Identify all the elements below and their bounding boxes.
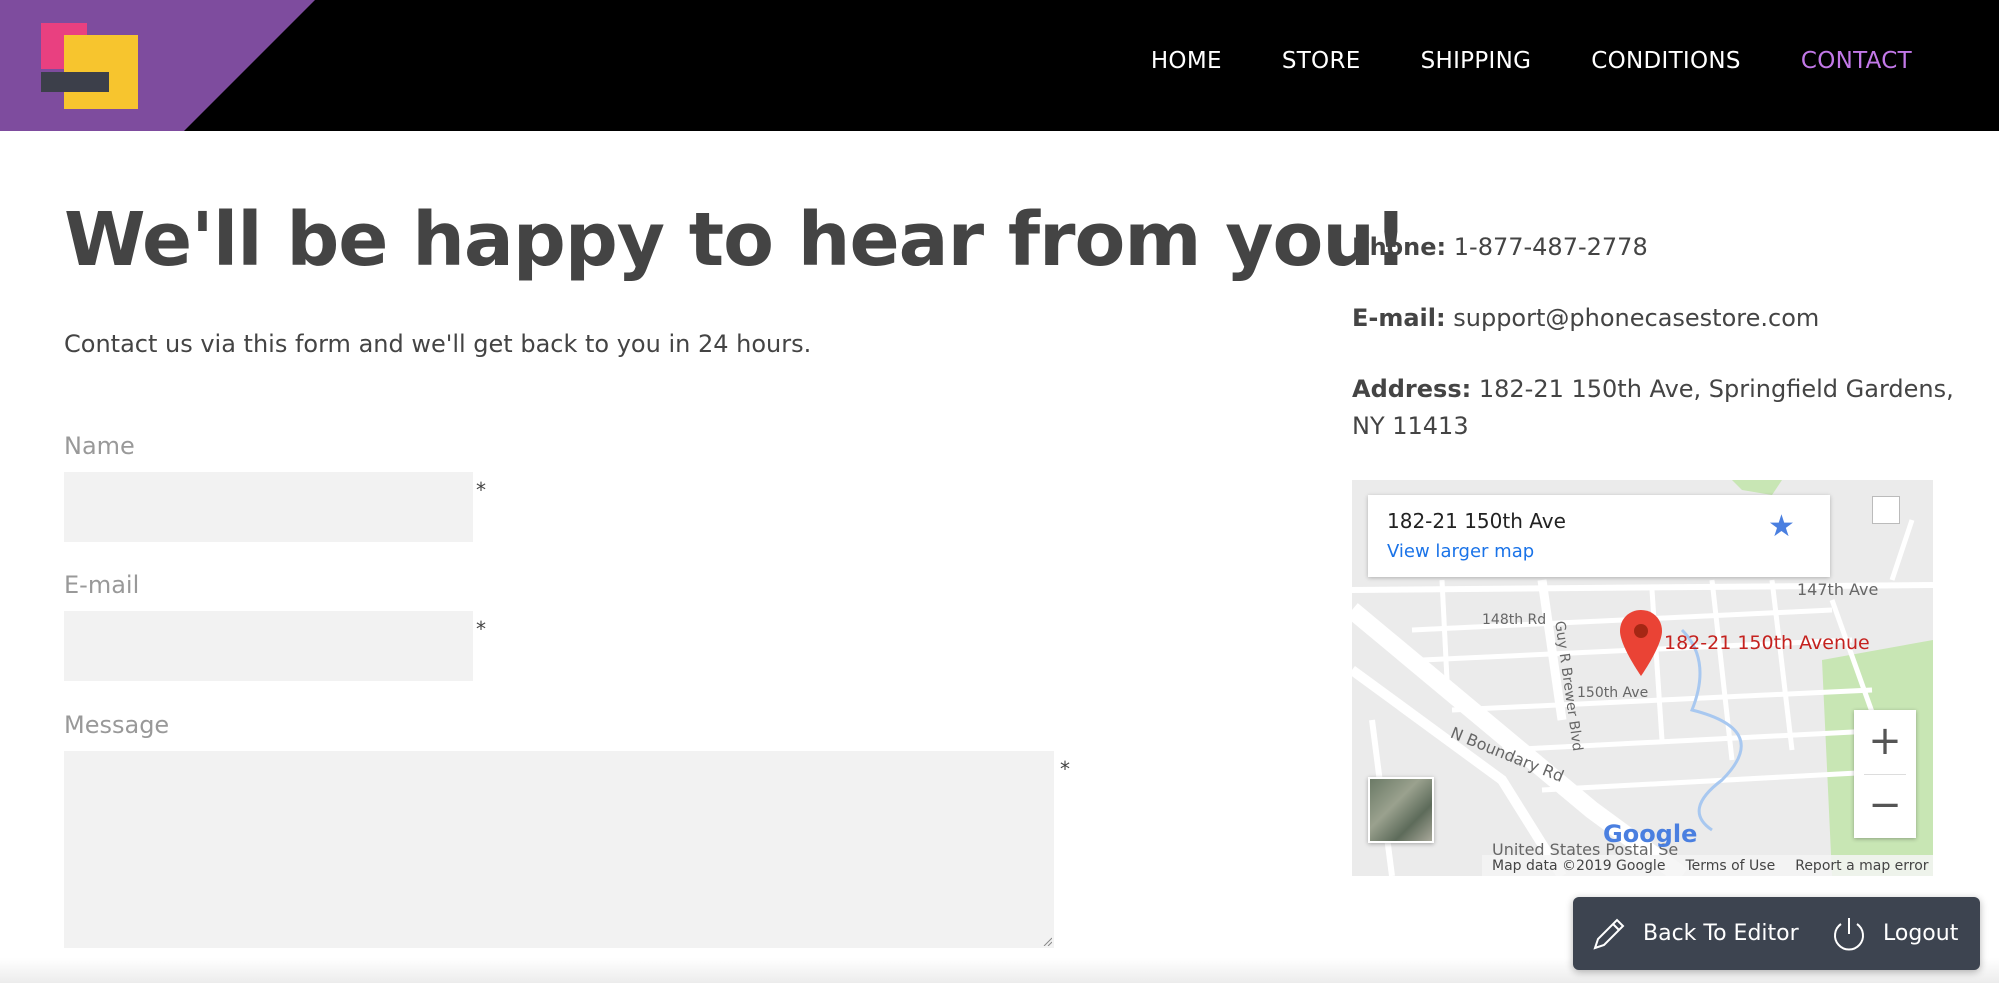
page-title: We'll be happy to hear from you! — [64, 197, 1408, 283]
address-value: 182-21 150th Ave, Springfield Gardens, — [1478, 375, 1954, 403]
map-footer: Map data ©2019 Google Terms of Use Repor… — [1482, 855, 1933, 876]
save-star-icon[interactable]: ★ — [1768, 509, 1795, 544]
site-header: HOME STORE SHIPPING CONDITIONS CONTACT — [0, 0, 1999, 131]
name-field[interactable] — [64, 472, 473, 542]
name-label: Name — [64, 432, 135, 460]
message-label: Message — [64, 711, 170, 739]
map-info-card: 182-21 150th Ave View larger map ★ — [1368, 495, 1830, 577]
nav-contact[interactable]: CONTACT — [1801, 48, 1912, 74]
phone-label: Phone: — [1352, 233, 1447, 261]
nav-store[interactable]: STORE — [1282, 48, 1361, 74]
map-pin-label: 182-21 150th Avenue — [1664, 632, 1870, 654]
google-logo: Google — [1603, 820, 1698, 848]
email-label: E-mail — [64, 571, 140, 599]
nav-conditions[interactable]: CONDITIONS — [1591, 48, 1741, 74]
editor-toolbar: Back To Editor Logout — [1573, 897, 1980, 970]
phone-value: 1-877-487-2778 — [1453, 233, 1648, 261]
map-data-credit: Map data ©2019 Google — [1492, 857, 1666, 874]
site-logo[interactable] — [41, 23, 141, 113]
map-street-label: 150th Ave — [1577, 685, 1649, 701]
map-street-label: 147th Ave — [1797, 580, 1879, 599]
message-required-mark: * — [1060, 757, 1070, 781]
power-icon — [1834, 917, 1864, 950]
back-to-editor-button[interactable]: Back To Editor — [1589, 897, 1799, 970]
address-line-2: NY 11413 — [1352, 412, 1469, 440]
back-to-editor-label: Back To Editor — [1643, 921, 1799, 946]
fullscreen-icon[interactable] — [1872, 496, 1900, 524]
map-pin-icon[interactable] — [1620, 610, 1662, 676]
email-required-mark: * — [476, 617, 486, 641]
view-larger-map-link[interactable]: View larger map — [1387, 541, 1534, 562]
logout-label: Logout — [1883, 921, 1959, 946]
nav-home[interactable]: HOME — [1151, 48, 1222, 74]
email-info-label: E-mail: — [1352, 304, 1446, 332]
email-value: support@phonecasestore.com — [1453, 304, 1820, 332]
zoom-in-button[interactable]: + — [1854, 710, 1916, 772]
map-street-label: 148th Rd — [1482, 612, 1547, 628]
map-zoom-control: + − — [1854, 710, 1916, 838]
resize-grip-icon[interactable] — [1042, 936, 1052, 946]
name-required-mark: * — [476, 478, 486, 502]
logout-button[interactable]: Logout — [1829, 897, 1958, 970]
zoom-out-button[interactable]: − — [1854, 774, 1916, 836]
google-map[interactable]: 148th Rd 147th Ave 150th Ave N Boundary … — [1352, 480, 1933, 876]
address-label: Address: — [1352, 375, 1472, 403]
map-card-title: 182-21 150th Ave — [1387, 509, 1566, 533]
nav-shipping[interactable]: SHIPPING — [1421, 48, 1532, 74]
pencil-icon — [1593, 918, 1625, 950]
address-line: Address: 182-21 150th Ave, Springfield G… — [1352, 375, 1954, 403]
email-field[interactable] — [64, 611, 473, 681]
main-nav: HOME STORE SHIPPING CONDITIONS CONTACT — [1151, 48, 1912, 74]
logo-dark-bar — [41, 72, 109, 92]
message-field[interactable] — [64, 751, 1054, 948]
intro-text: Contact us via this form and we'll get b… — [64, 330, 812, 358]
terms-of-use-link[interactable]: Terms of Use — [1685, 858, 1775, 874]
email-line: E-mail: support@phonecasestore.com — [1352, 304, 1819, 332]
report-map-error-link[interactable]: Report a map error — [1795, 858, 1928, 874]
satellite-toggle[interactable] — [1368, 777, 1434, 843]
phone-line: Phone: 1-877-487-2778 — [1352, 233, 1648, 261]
